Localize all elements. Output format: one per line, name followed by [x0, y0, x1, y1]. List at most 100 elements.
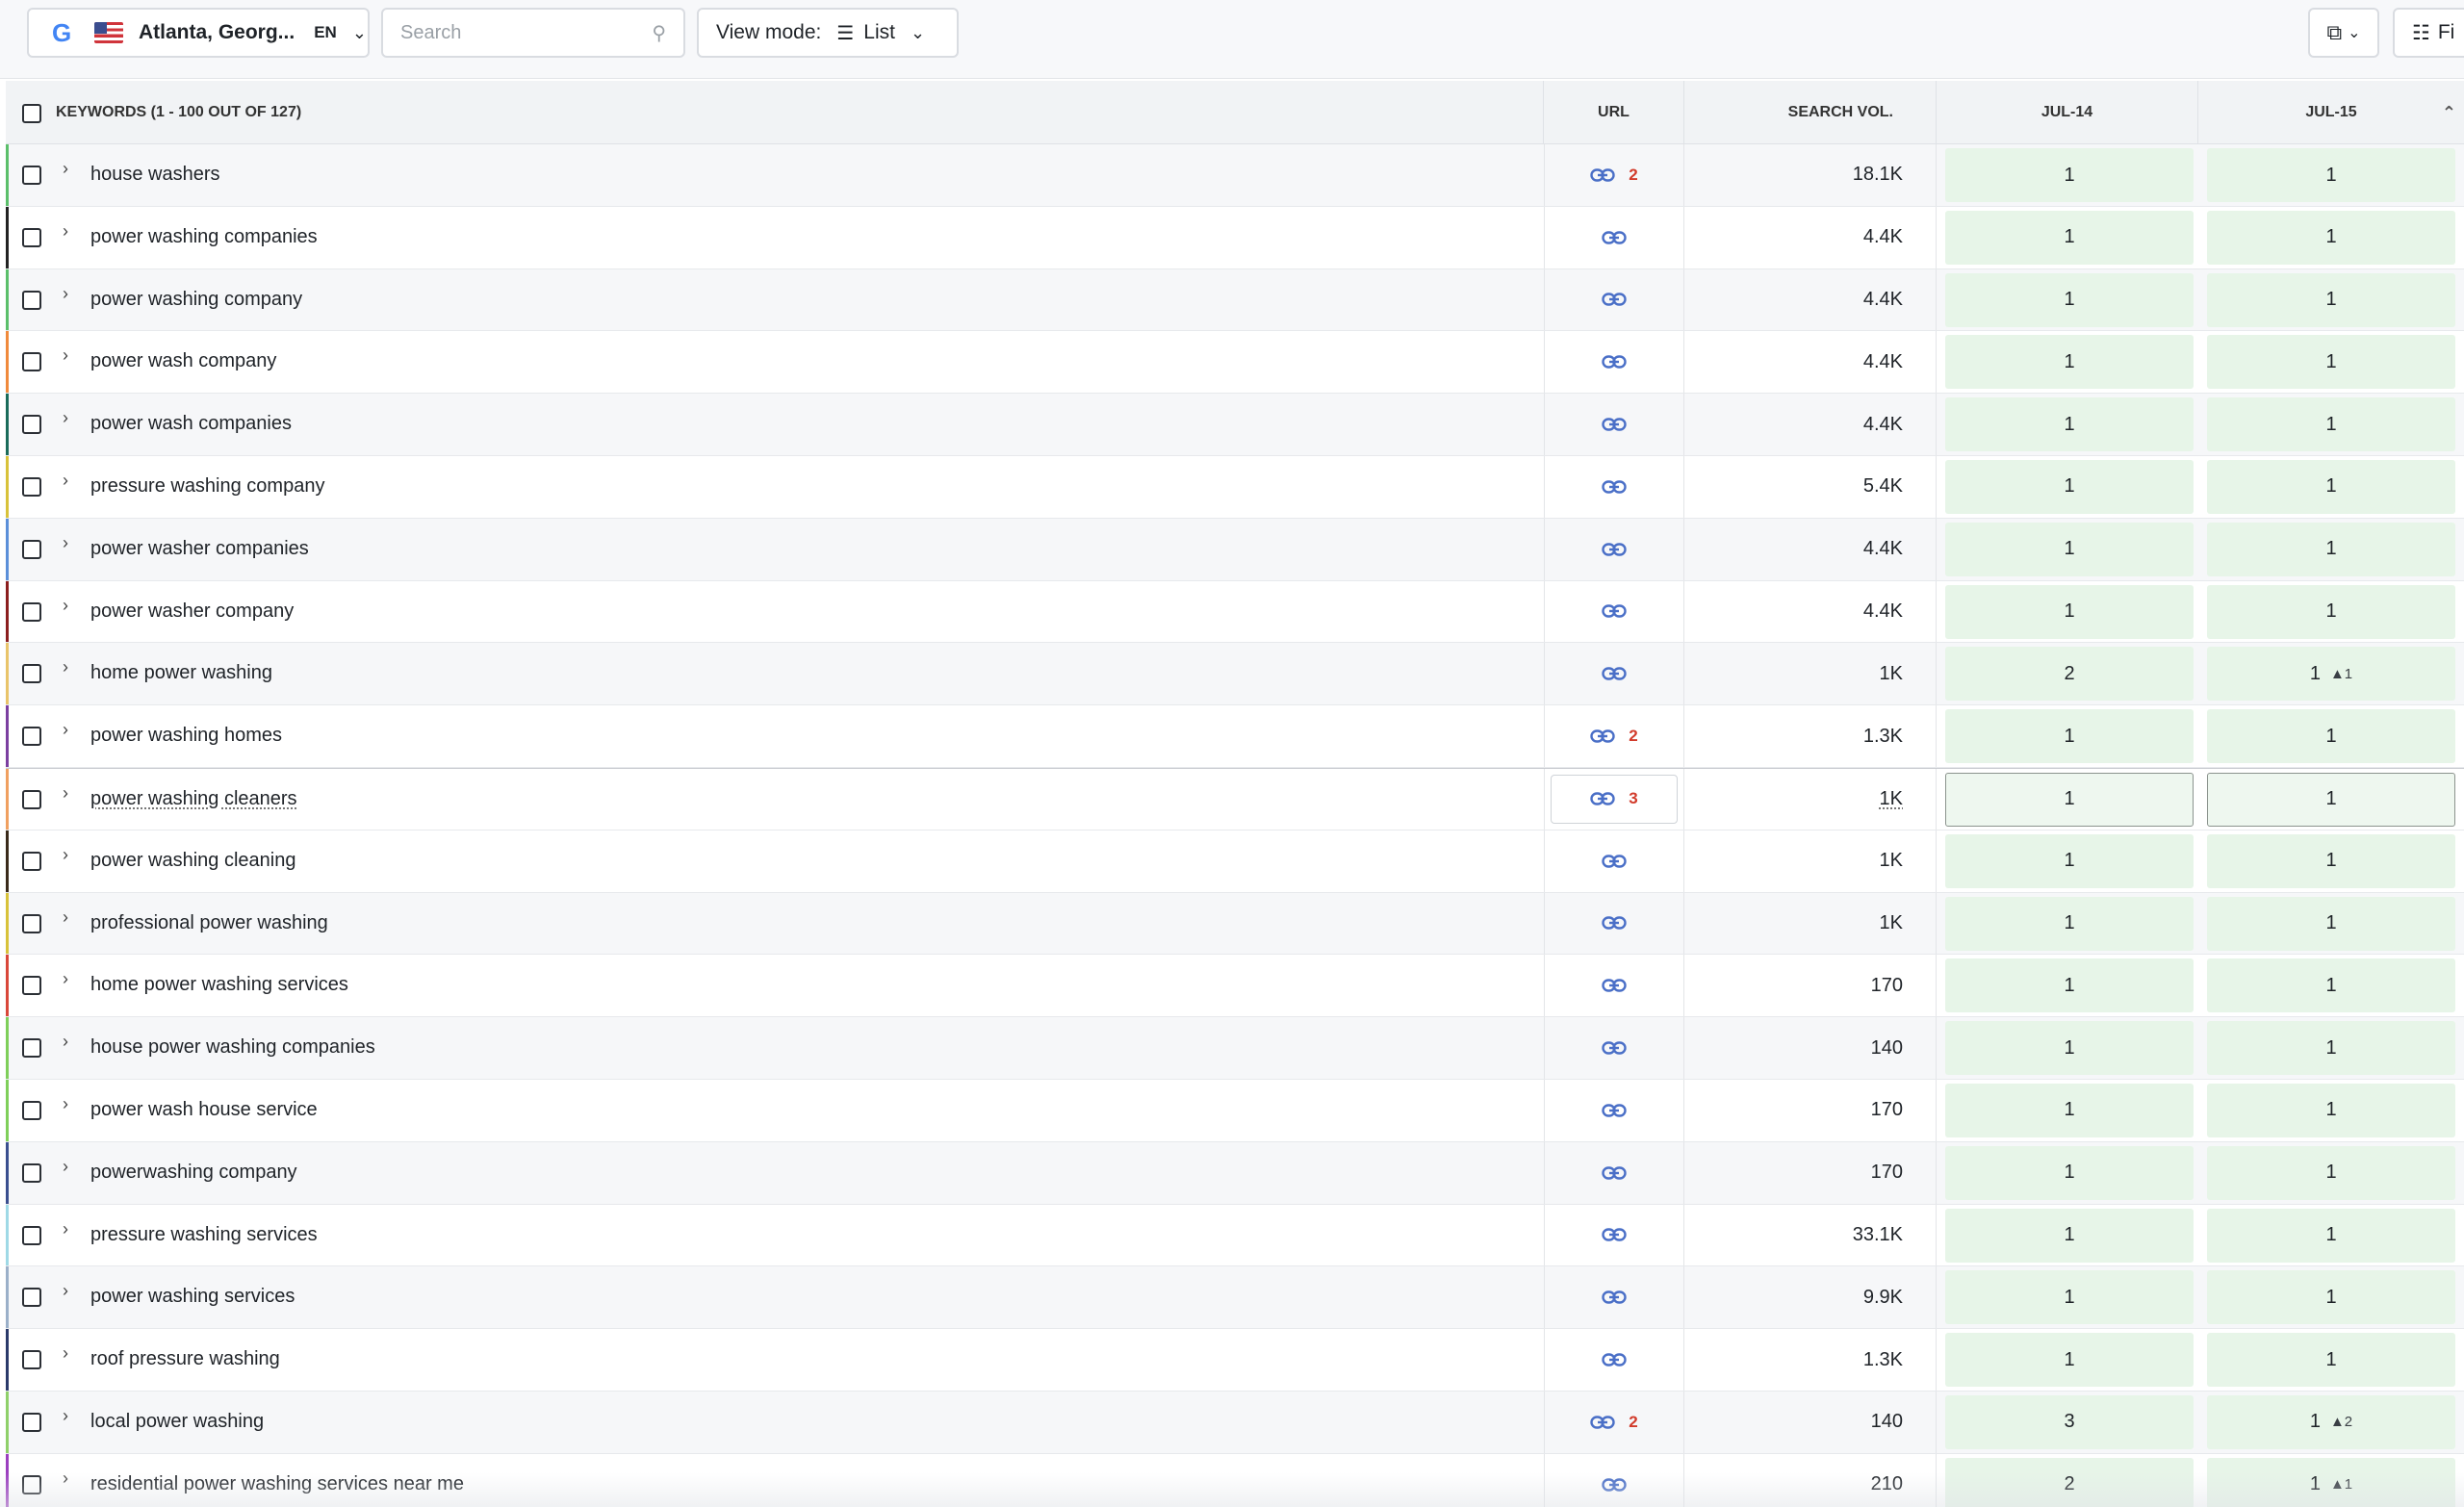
table-row[interactable]: › house washers 2 18.1K 1 1 [6, 144, 2464, 207]
expand-chevron-icon[interactable]: › [63, 1094, 68, 1114]
position-cell-date-1[interactable]: 1 [1945, 335, 2194, 390]
position-cell-date-2[interactable]: 1 [2207, 522, 2455, 576]
position-cell-date-2[interactable]: 1 [2207, 584, 2455, 639]
position-cell-date-2[interactable]: 1 [2207, 459, 2455, 514]
position-cell-date-2[interactable]: 1 [2207, 210, 2455, 265]
keyword-text[interactable]: professional power washing [90, 912, 328, 934]
position-cell-date-1[interactable]: 1 [1945, 459, 2194, 514]
position-cell-date-1[interactable]: 1 [1945, 958, 2194, 1013]
position-cell-date-1[interactable]: 1 [1945, 210, 2194, 265]
keyword-text[interactable]: home power washing [90, 662, 272, 684]
table-row[interactable]: › power washer companies 4.4K 1 1 [6, 518, 2464, 581]
search-icon[interactable]: ⚲ [652, 21, 666, 45]
table-row[interactable]: › power wash companies 4.4K 1 1 [6, 394, 2464, 456]
search-box[interactable]: ⚲ [381, 8, 685, 58]
keyword-text[interactable]: power washing cleaning [90, 850, 295, 872]
position-cell-date-2[interactable]: 1 ▲1 [2207, 647, 2455, 702]
keyword-text[interactable]: pressure washing services [90, 1224, 318, 1246]
table-row[interactable]: › power washing services 9.9K 1 1 [6, 1266, 2464, 1330]
table-row[interactable]: › pressure washing services 33.1K 1 1 [6, 1204, 2464, 1267]
url-cell[interactable]: 2 [1544, 1391, 1684, 1453]
expand-chevron-icon[interactable]: › [63, 1406, 68, 1426]
url-cell[interactable] [1544, 892, 1684, 955]
url-cell[interactable] [1544, 1079, 1684, 1141]
expand-chevron-icon[interactable]: › [63, 408, 68, 428]
row-checkbox[interactable] [22, 664, 41, 684]
keyword-text[interactable]: power washing companies [90, 226, 318, 248]
expand-chevron-icon[interactable]: › [63, 1157, 68, 1177]
table-row[interactable]: › home power washing services 170 1 1 [6, 955, 2464, 1018]
expand-chevron-icon[interactable]: › [63, 1469, 68, 1489]
expand-chevron-icon[interactable]: › [63, 969, 68, 989]
url-cell[interactable]: 3 [1544, 768, 1684, 830]
position-cell-date-2[interactable]: 1 [2207, 148, 2455, 202]
position-cell-date-2[interactable]: 1 [2207, 1083, 2455, 1137]
keyword-text[interactable]: residential power washing services near … [90, 1473, 464, 1495]
row-checkbox[interactable] [22, 1350, 41, 1370]
position-cell-date-2[interactable]: 1 [2207, 958, 2455, 1013]
keyword-text[interactable]: power washer companies [90, 538, 309, 560]
expand-chevron-icon[interactable]: › [63, 1219, 68, 1239]
row-checkbox[interactable] [22, 727, 41, 747]
keyword-text[interactable]: powerwashing company [90, 1162, 297, 1184]
keyword-text[interactable]: power washing cleaners [90, 788, 297, 810]
table-row[interactable]: › residential power washing services near… [6, 1453, 2464, 1507]
keyword-text[interactable]: house washers [90, 164, 220, 186]
table-row[interactable]: › power wash house service 170 1 1 [6, 1079, 2464, 1142]
table-row[interactable]: › powerwashing company 170 1 1 [6, 1141, 2464, 1205]
position-cell-date-1[interactable]: 1 [1945, 584, 2194, 639]
row-checkbox[interactable] [22, 1412, 41, 1432]
position-cell-date-1[interactable]: 2 [1945, 647, 2194, 702]
table-row[interactable]: › professional power washing 1K 1 1 [6, 892, 2464, 956]
position-cell-date-1[interactable]: 1 [1945, 1145, 2194, 1200]
column-header-search-volume[interactable]: SEARCH VOL. [1684, 81, 1937, 144]
column-header-date-2[interactable]: JUL-15 ⌃ [2198, 81, 2464, 144]
position-cell-date-2[interactable]: 1 [2207, 1208, 2455, 1263]
keyword-text[interactable]: power washing company [90, 289, 302, 311]
row-checkbox[interactable] [22, 1474, 41, 1494]
position-cell-date-1[interactable]: 1 [1945, 1270, 2194, 1325]
expand-chevron-icon[interactable]: › [63, 1032, 68, 1052]
keyword-text[interactable]: power washing services [90, 1286, 295, 1308]
expand-chevron-icon[interactable]: › [63, 533, 68, 553]
view-mode-selector[interactable]: View mode: ☰ List ⌄ [697, 8, 959, 58]
position-cell-date-2[interactable]: 1 [2207, 709, 2455, 764]
row-checkbox[interactable] [22, 976, 41, 996]
position-cell-date-1[interactable]: 1 [1945, 1083, 2194, 1137]
expand-chevron-icon[interactable]: › [63, 1343, 68, 1364]
row-checkbox[interactable] [22, 1162, 41, 1183]
expand-chevron-icon[interactable]: › [63, 345, 68, 366]
url-cell[interactable] [1544, 830, 1684, 892]
position-cell-date-2[interactable]: 1 ▲1 [2207, 1457, 2455, 1507]
chevron-up-icon[interactable]: ⌃ [2442, 103, 2456, 123]
position-cell-date-2[interactable]: 1 [2207, 1021, 2455, 1076]
row-checkbox[interactable] [22, 290, 41, 310]
row-checkbox[interactable] [22, 476, 41, 497]
url-cell[interactable] [1544, 331, 1684, 394]
row-checkbox[interactable] [22, 1100, 41, 1120]
expand-chevron-icon[interactable]: › [63, 1281, 68, 1301]
row-checkbox[interactable] [22, 166, 41, 185]
copy-menu-button[interactable]: ⧉ ⌄ [2308, 8, 2379, 58]
table-row[interactable]: › power washer company 4.4K 1 1 [6, 580, 2464, 644]
row-checkbox[interactable] [22, 851, 41, 871]
expand-chevron-icon[interactable]: › [63, 596, 68, 616]
url-cell[interactable] [1544, 955, 1684, 1017]
position-cell-date-2[interactable]: 1 [2207, 772, 2455, 827]
table-row[interactable]: › house power washing companies 140 1 1 [6, 1017, 2464, 1080]
expand-chevron-icon[interactable]: › [63, 657, 68, 677]
position-cell-date-1[interactable]: 3 [1945, 1394, 2194, 1449]
url-cell[interactable] [1544, 455, 1684, 518]
table-row[interactable]: › pressure washing company 5.4K 1 1 [6, 455, 2464, 519]
position-cell-date-2[interactable]: 1 [2207, 272, 2455, 327]
expand-chevron-icon[interactable]: › [63, 471, 68, 491]
keyword-text[interactable]: power washer company [90, 600, 294, 623]
url-cell[interactable] [1544, 1017, 1684, 1079]
keyword-text[interactable]: power wash company [90, 350, 276, 372]
table-row[interactable]: › power washing homes 2 1.3K 1 1 [6, 705, 2464, 768]
expand-chevron-icon[interactable]: › [63, 159, 68, 179]
position-cell-date-1[interactable]: 1 [1945, 1208, 2194, 1263]
keyword-text[interactable]: local power washing [90, 1411, 264, 1433]
url-cell[interactable] [1544, 1141, 1684, 1204]
row-checkbox[interactable] [22, 352, 41, 372]
